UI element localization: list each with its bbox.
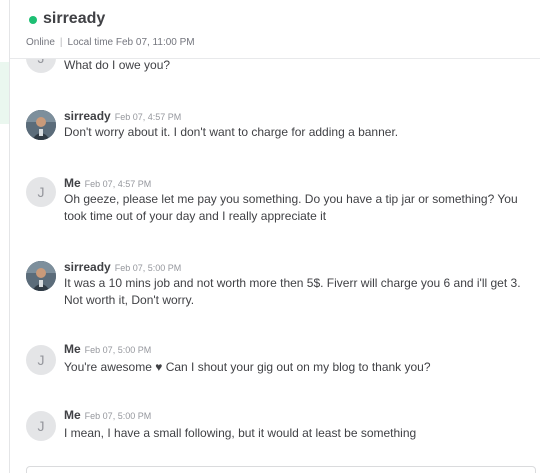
message-sender: Me Feb 07, 5:00 PM bbox=[64, 408, 152, 422]
chat-window: sirready Online | Local time Feb 07, 11:00… bbox=[0, 0, 540, 473]
message-text: It was a 10 mins job and not worth more … bbox=[64, 276, 521, 307]
avatar: J bbox=[26, 345, 56, 375]
selected-conversation-highlight[interactable] bbox=[0, 62, 9, 124]
message-timestamp: Feb 07, 4:57 PM bbox=[114, 112, 182, 122]
conversation-list-edge bbox=[0, 0, 10, 473]
message-sender: Me Feb 07, 4:57 PM bbox=[64, 176, 152, 190]
online-status-icon bbox=[29, 16, 37, 24]
chat-header: sirready Online | Local time Feb 07, 11:00… bbox=[10, 0, 540, 59]
message-text: You're awesome ♥ Can I shout your gig ou… bbox=[64, 360, 431, 374]
profile-photo-icon bbox=[26, 110, 56, 140]
online-status-text: Online bbox=[26, 37, 55, 48]
message-text: What do I owe you? bbox=[64, 59, 171, 72]
message-input-box[interactable] bbox=[26, 466, 536, 473]
message-text: I mean, I have a small following, but it… bbox=[64, 426, 417, 440]
avatar: J bbox=[26, 177, 56, 207]
message-timestamp: Feb 07, 5:00 PM bbox=[84, 345, 152, 355]
contact-username[interactable]: sirready bbox=[43, 10, 105, 28]
message-text: Oh geeze, please let me pay you somethin… bbox=[64, 192, 518, 223]
local-time: Local time Feb 07, 11:00 PM bbox=[67, 37, 195, 48]
message-timestamp: Feb 07, 4:57 PM bbox=[84, 179, 152, 189]
message-sender: sirready Feb 07, 5:00 PM bbox=[64, 260, 182, 274]
message-text: Don't worry about it. I don't want to ch… bbox=[64, 125, 399, 139]
message-sender: sirready Feb 07, 4:57 PM bbox=[64, 109, 182, 123]
avatar: J bbox=[26, 59, 56, 73]
avatar[interactable] bbox=[26, 110, 56, 140]
contact-status-line: Online | Local time Feb 07, 11:00 PM bbox=[26, 37, 195, 48]
message-timestamp: Feb 07, 5:00 PM bbox=[114, 263, 182, 273]
message-timestamp: Feb 07, 5:00 PM bbox=[84, 411, 152, 421]
message-sender: Me Feb 07, 5:00 PM bbox=[64, 342, 152, 356]
separator: | bbox=[59, 37, 63, 48]
message-thread[interactable]: J What do I owe you? sirreadyFeb 07, 4:5… bbox=[10, 59, 540, 473]
avatar[interactable] bbox=[26, 261, 56, 291]
profile-photo-icon bbox=[26, 261, 56, 291]
avatar: J bbox=[26, 411, 56, 441]
